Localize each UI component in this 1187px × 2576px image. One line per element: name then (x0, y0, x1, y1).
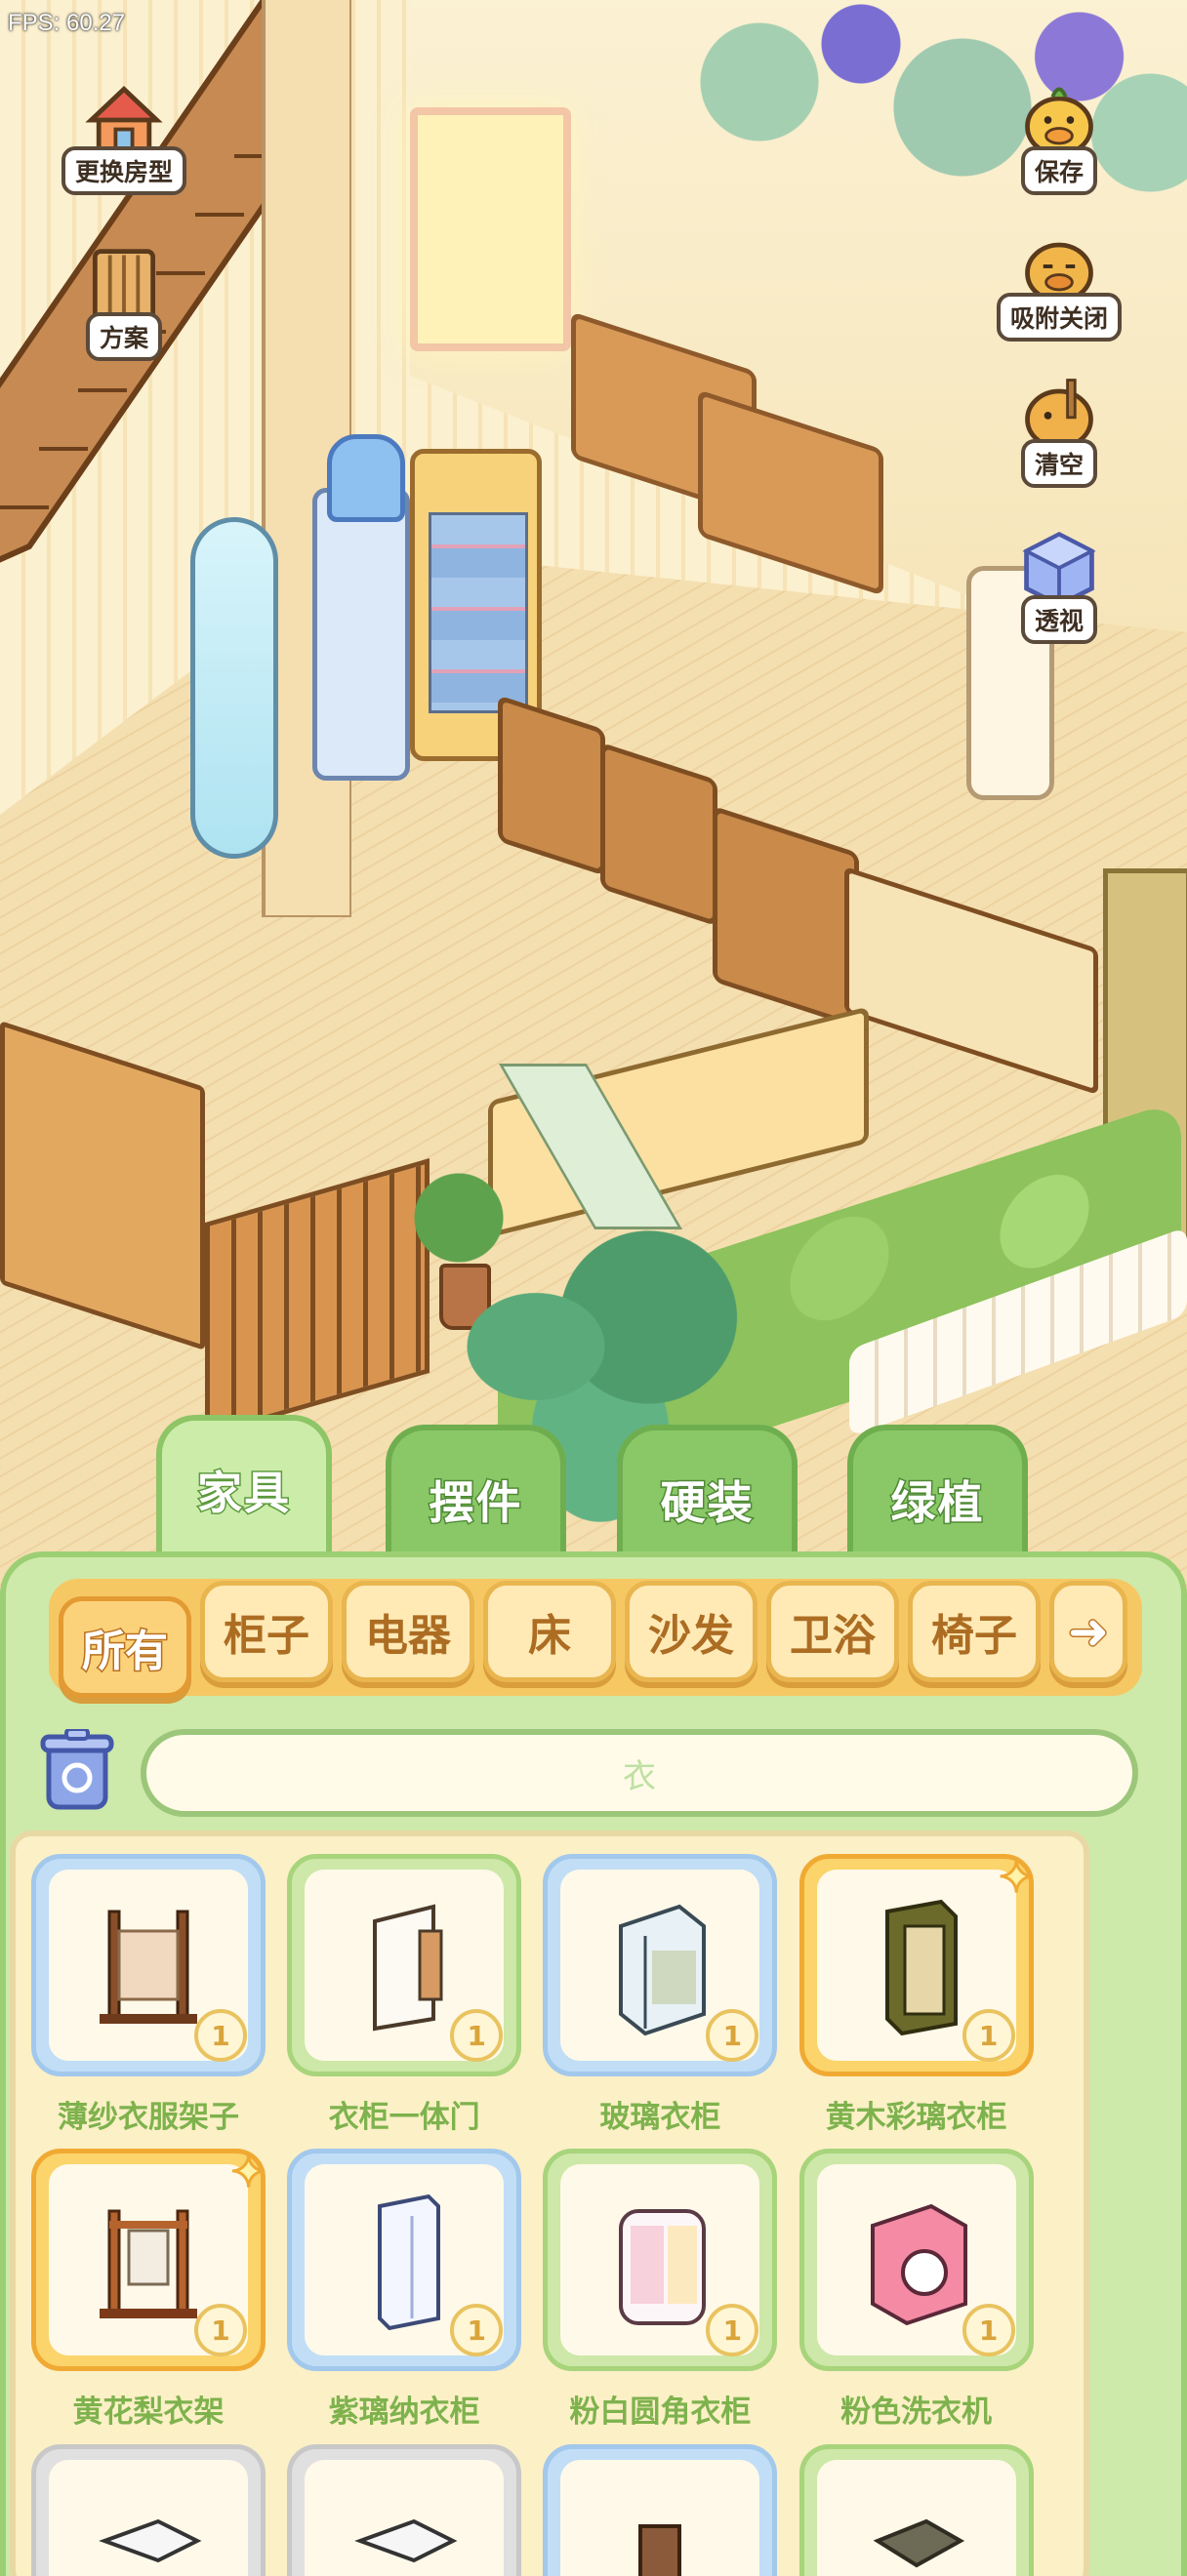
window (410, 107, 571, 351)
subtab-all[interactable]: 所有 (59, 1596, 191, 1698)
item-card: 1 (31, 1854, 266, 2076)
dark-cabinet-icon (816, 2459, 1016, 2576)
tab-plants[interactable]: 绿植 (847, 1425, 1028, 1561)
item-card: 1 (543, 1854, 778, 2076)
furniture-item[interactable] (543, 2443, 778, 2576)
item-card (798, 2443, 1034, 2576)
clear-button[interactable]: 清空 (996, 361, 1123, 488)
furniture-item[interactable]: 1 紫璃纳衣柜 (287, 2149, 522, 2431)
save-button[interactable]: 保存 (996, 68, 1123, 195)
perspective-button[interactable]: 透视 (996, 517, 1123, 644)
sparkle-icon: ✦ (229, 2147, 268, 2199)
recycle-bin-icon[interactable] (39, 1727, 115, 1813)
item-card: 1 ✦ (31, 2147, 268, 2372)
item-card: 1 (287, 1854, 522, 2076)
subtab-next-button[interactable]: ➜ (1049, 1581, 1127, 1682)
quantity-badge: 1 (450, 2009, 504, 2062)
furniture-item[interactable]: 1 衣柜一体门 (287, 1854, 522, 2136)
furniture-item[interactable] (287, 2443, 522, 2576)
item-card (31, 2443, 266, 2576)
furniture-item[interactable]: 1 ✦ 黄木彩璃衣柜 (798, 1852, 1036, 2136)
item-name: 紫璃纳衣柜 (328, 2395, 480, 2431)
furniture-item[interactable] (31, 2443, 266, 2576)
white-cabinet-icon (49, 2459, 248, 2576)
sparkle-icon: ✦ (997, 1852, 1036, 1905)
furniture-item[interactable]: 1 粉白圆角衣柜 (543, 2149, 778, 2431)
tab-ornaments[interactable]: 摆件 (386, 1425, 566, 1561)
subtab-bathroom[interactable]: 卫浴 (766, 1581, 899, 1682)
snap-toggle-button[interactable]: 吸附关闭 (996, 215, 1123, 342)
item-card: 1 (543, 2149, 778, 2372)
change-room-button[interactable]: 更换房型 (61, 68, 187, 195)
item-name: 黄木彩璃衣柜 (825, 2100, 1007, 2135)
furniture-item[interactable]: 1 ✦ 黄花梨衣架 (31, 2147, 268, 2431)
air-conditioner[interactable] (190, 517, 278, 859)
quantity-badge: 1 (962, 2009, 1015, 2062)
search-input[interactable] (141, 1729, 1138, 1817)
furniture-item[interactable]: 1 玻璃衣柜 (543, 1854, 778, 2136)
item-name: 薄纱衣服架子 (58, 2100, 239, 2135)
item-card: 1 ✦ (798, 1852, 1036, 2076)
tab-hardware[interactable]: 硬装 (617, 1425, 798, 1561)
item-name: 黄花梨衣架 (72, 2395, 225, 2431)
furniture-item[interactable]: 1 薄纱衣服架子 (31, 1854, 266, 2136)
item-name: 玻璃衣柜 (599, 2100, 721, 2135)
item-grid: 1 薄纱衣服架子 1 衣柜一体门 1 玻璃衣柜 1 ✦ 黄木彩璃衣柜 1 ✦ 黄花梨衣架 1 紫璃纳衣柜 1… (10, 1831, 1089, 2576)
item-card: 1 (287, 2149, 522, 2372)
item-name: 粉白圆角衣柜 (569, 2395, 752, 2431)
item-card: 1 (798, 2149, 1034, 2372)
white-cabinet-icon (305, 2459, 505, 2576)
furniture-item[interactable] (798, 2443, 1034, 2576)
item-name: 粉色洗衣机 (840, 2395, 993, 2431)
quantity-badge: 1 (194, 2009, 247, 2062)
quantity-badge: 1 (962, 2304, 1015, 2357)
furniture-item[interactable]: 1 粉色洗衣机 (798, 2149, 1034, 2431)
item-card (543, 2443, 778, 2576)
subtab-sofas[interactable]: 沙发 (625, 1581, 757, 1682)
subtab-chairs[interactable]: 椅子 (908, 1581, 1041, 1682)
wood-cabinet-icon (560, 2459, 760, 2576)
quantity-badge: 1 (706, 2009, 759, 2062)
arrow-right-icon: ➜ (1067, 1602, 1111, 1662)
subtab-beds[interactable]: 床 (483, 1581, 616, 1682)
subtab-cabinets[interactable]: 柜子 (200, 1581, 333, 1682)
water-dispenser[interactable] (312, 434, 410, 781)
item-card (287, 2443, 522, 2576)
item-name: 衣柜一体门 (328, 2100, 480, 2135)
subtab-appliances[interactable]: 电器 (342, 1581, 474, 1682)
fps-counter: FPS: 60.27 (8, 10, 126, 36)
quantity-badge: 1 (194, 2304, 247, 2357)
plans-button[interactable]: 方案 (61, 234, 187, 361)
